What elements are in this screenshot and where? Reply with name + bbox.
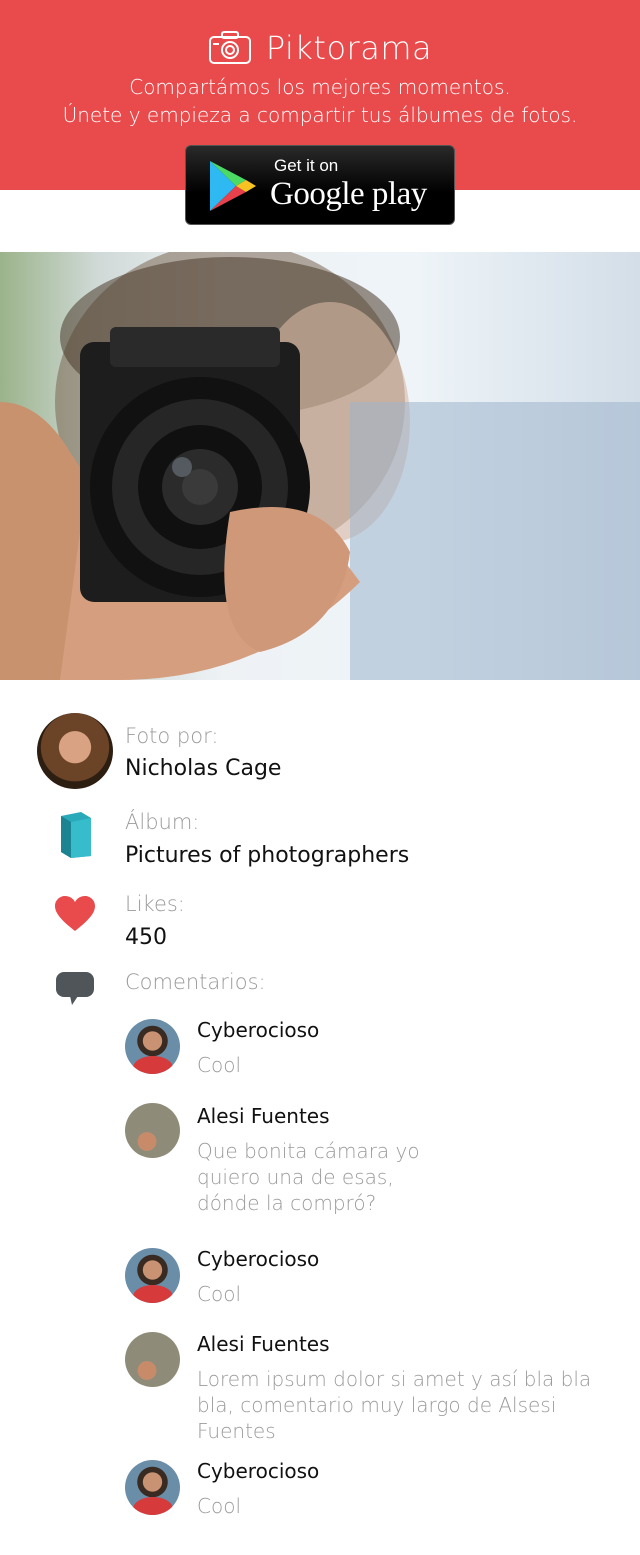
comment-text-line: Lorem ipsum dolor si amet y así bla bla — [197, 1367, 592, 1391]
author-name[interactable]: Nicholas Cage — [125, 756, 281, 781]
comment-text-line: quiero una de esas, — [197, 1165, 394, 1189]
badge-google-play: Google play — [270, 176, 427, 212]
comment-text: Lorem ipsum dolor si amet y así bla bla … — [197, 1366, 591, 1444]
comment-text: Que bonita cámara yo quiero una de esas,… — [197, 1138, 420, 1216]
comment-text: Cool — [197, 1493, 241, 1519]
comment-author[interactable]: Cyberocioso — [197, 1459, 319, 1483]
comment-author[interactable]: Alesi Fuentes — [197, 1332, 330, 1356]
comment-author[interactable]: Cyberocioso — [197, 1247, 319, 1271]
comment-text-line: Cool — [197, 1494, 241, 1518]
comment-text-line: Que bonita cámara yo — [197, 1139, 420, 1163]
likes-label: Likes: — [125, 892, 185, 916]
commenter-avatar[interactable] — [125, 1332, 180, 1387]
tagline-line-1: Compartámos los mejores momentos. — [129, 75, 511, 99]
comment-author[interactable]: Alesi Fuentes — [197, 1104, 330, 1128]
author-label: Foto por: — [125, 724, 219, 748]
app-title: Piktorama — [265, 29, 433, 67]
commenter-avatar[interactable] — [125, 1460, 180, 1515]
comment-text: Cool — [197, 1281, 241, 1307]
comment-text-line: dónde la compró? — [197, 1191, 377, 1215]
album-label: Álbum: — [125, 810, 200, 834]
comment-text-line: Cool — [197, 1282, 241, 1306]
badge-get-it-on: Get it on — [274, 156, 339, 175]
likes-count: 450 — [125, 925, 167, 950]
main-photo — [0, 252, 640, 680]
author-avatar[interactable] — [37, 713, 113, 789]
tagline: Compartámos los mejores momentos. Únete … — [0, 73, 640, 129]
book-icon — [61, 812, 91, 858]
comments-label: Comentarios: — [125, 970, 266, 994]
camera-icon — [208, 31, 251, 64]
tagline-line-2: Únete y empieza a compartir tus álbumes … — [62, 103, 578, 127]
comment-text-line: Fuentes — [197, 1419, 276, 1443]
comment-text: Cool — [197, 1052, 241, 1078]
commenter-avatar[interactable] — [125, 1019, 180, 1074]
google-play-icon — [210, 161, 256, 211]
comment-author[interactable]: Cyberocioso — [197, 1018, 319, 1042]
comment-text-line: bla, comentario muy largo de Alsesi — [197, 1393, 557, 1417]
album-name[interactable]: Pictures of photographers — [125, 843, 409, 868]
photographer-image — [0, 252, 640, 680]
google-play-badge[interactable]: Get it on Google play — [185, 145, 455, 225]
commenter-avatar[interactable] — [125, 1248, 180, 1303]
comment-text-line: Cool — [197, 1053, 241, 1077]
heart-icon[interactable] — [55, 896, 95, 932]
comment-icon — [56, 972, 94, 1005]
commenter-avatar[interactable] — [125, 1103, 180, 1158]
brand: Piktorama — [0, 28, 640, 68]
